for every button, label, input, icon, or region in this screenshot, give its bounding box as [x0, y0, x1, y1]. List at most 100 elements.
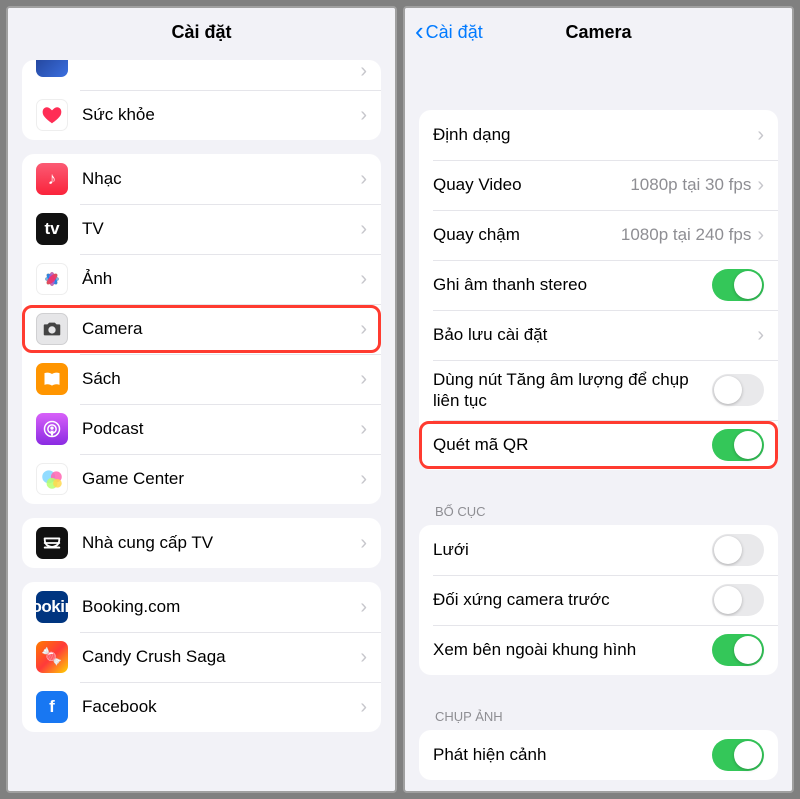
nav-title: Cài đặt [171, 22, 231, 43]
camera-record-video[interactable]: Quay Video 1080p tại 30 fps › [419, 160, 778, 210]
settings-item-health[interactable]: Sức khỏe › [22, 90, 381, 140]
row-label: Xem bên ngoài khung hình [433, 639, 712, 660]
settings-item-label: Candy Crush Saga [82, 646, 360, 667]
camera-grid[interactable]: Lưới [419, 525, 778, 575]
row-label: Đối xứng camera trước [433, 589, 712, 610]
navbar-right: ‹ Cài đặt Camera [405, 8, 792, 56]
row-detail: 1080p tại 240 fps [621, 225, 751, 245]
settings-item-label: Nhạc [82, 168, 360, 189]
music-icon: ♪ [36, 163, 68, 195]
settings-item-books[interactable]: Sách › [22, 354, 381, 404]
shortcuts-icon [36, 60, 68, 77]
podcast-icon [36, 413, 68, 445]
toggle-stereo[interactable] [712, 269, 764, 301]
camera-mirror-front[interactable]: Đối xứng camera trước [419, 575, 778, 625]
camera-scene-detection[interactable]: Phát hiện cảnh [419, 730, 778, 780]
chevron-icon: › [360, 269, 367, 289]
chevron-icon: › [360, 533, 367, 553]
section-header-capture: CHỤP ẢNH [419, 689, 778, 730]
settings-item-label: Facebook [82, 696, 360, 717]
toggle-grid[interactable] [712, 534, 764, 566]
settings-item-label: Podcast [82, 418, 360, 439]
settings-item-label: TV [82, 218, 360, 239]
row-label: Lưới [433, 539, 712, 560]
settings-camera-panel: ‹ Cài đặt Camera Định dạng › Quay Video … [403, 6, 794, 793]
chevron-icon: › [360, 61, 367, 81]
settings-item-music[interactable]: ♪ Nhạc › [22, 154, 381, 204]
chevron-icon: › [360, 319, 367, 339]
group-media: ♪ Nhạc › tv TV › [22, 154, 381, 504]
settings-item-label: Camera [82, 318, 360, 339]
back-label: Cài đặt [426, 22, 483, 43]
toggle-qr[interactable] [712, 429, 764, 461]
settings-item-label: Nhà cung cấp TV [82, 532, 360, 553]
settings-item-label: Ảnh [82, 268, 360, 289]
photos-icon [36, 263, 68, 295]
camera-slomo[interactable]: Quay chậm 1080p tại 240 fps › [419, 210, 778, 260]
group-camera-capture: Phát hiện cảnh [419, 730, 778, 780]
row-label: Quay chậm [433, 224, 621, 245]
section-header-layout: BỐ CỤC [419, 484, 778, 525]
row-detail: 1080p tại 30 fps [630, 175, 751, 195]
settings-item-label: Game Center [82, 468, 360, 489]
settings-item-camera[interactable]: Camera › [22, 304, 381, 354]
group-tvprovider: Nhà cung cấp TV › [22, 518, 381, 568]
camera-scan-qr[interactable]: Quét mã QR [419, 420, 778, 470]
toggle-outside[interactable] [712, 634, 764, 666]
health-icon [36, 99, 68, 131]
group-camera-layout: Lưới Đối xứng camera trước Xem bên ngoài… [419, 525, 778, 675]
row-label: Ghi âm thanh stereo [433, 274, 712, 295]
chevron-icon: › [360, 105, 367, 125]
row-label: Dùng nút Tăng âm lượng để chụp liên tục [433, 369, 712, 412]
chevron-icon: › [757, 125, 764, 145]
candycrush-icon: 🍬 [36, 641, 68, 673]
group-third-party: Booking Booking.com › 🍬 Candy Crush Saga… [22, 582, 381, 732]
settings-item-facebook[interactable]: f Facebook › [22, 682, 381, 732]
chevron-icon: › [360, 597, 367, 617]
back-button[interactable]: ‹ Cài đặt [415, 21, 483, 44]
settings-item-shortcuts-partial[interactable]: › [22, 60, 381, 90]
chevron-icon: › [360, 419, 367, 439]
settings-item-label: Sách [82, 368, 360, 389]
camera-view-outside-frame[interactable]: Xem bên ngoài khung hình [419, 625, 778, 675]
chevron-icon: › [360, 469, 367, 489]
chevron-icon: › [757, 325, 764, 345]
group-camera-main: Định dạng › Quay Video 1080p tại 30 fps … [419, 110, 778, 470]
chevron-icon: › [360, 169, 367, 189]
booking-icon: Booking [36, 591, 68, 623]
camera-stereo[interactable]: Ghi âm thanh stereo [419, 260, 778, 310]
camera-volume-burst[interactable]: Dùng nút Tăng âm lượng để chụp liên tục [419, 360, 778, 420]
row-label: Quay Video [433, 174, 630, 195]
settings-item-candycrush[interactable]: 🍬 Candy Crush Saga › [22, 632, 381, 682]
row-label: Bảo lưu cài đặt [433, 324, 757, 345]
chevron-icon: › [757, 225, 764, 245]
settings-item-podcast[interactable]: Podcast › [22, 404, 381, 454]
toggle-mirror[interactable] [712, 584, 764, 616]
chevron-icon: › [360, 219, 367, 239]
navbar-left: Cài đặt [8, 8, 395, 56]
chevron-icon: › [757, 175, 764, 195]
chevron-left-icon: ‹ [415, 18, 424, 44]
toggle-burst[interactable] [712, 374, 764, 406]
facebook-icon: f [36, 691, 68, 723]
camera-icon [36, 313, 68, 345]
settings-item-photos[interactable]: Ảnh › [22, 254, 381, 304]
settings-item-tv[interactable]: tv TV › [22, 204, 381, 254]
group-partial-top: › Sức khỏe › [22, 60, 381, 140]
row-label: Định dạng [433, 124, 757, 145]
settings-item-tvprovider[interactable]: Nhà cung cấp TV › [22, 518, 381, 568]
gamecenter-icon [36, 463, 68, 495]
settings-item-booking[interactable]: Booking Booking.com › [22, 582, 381, 632]
tv-icon: tv [36, 213, 68, 245]
chevron-icon: › [360, 647, 367, 667]
settings-root-scroll[interactable]: › Sức khỏe › ♪ Nhạc › tv T [8, 56, 395, 791]
camera-preserve-settings[interactable]: Bảo lưu cài đặt › [419, 310, 778, 360]
camera-format[interactable]: Định dạng › [419, 110, 778, 160]
settings-root-panel: Cài đặt › Sức khỏe › ♪ [6, 6, 397, 793]
tvprovider-icon [36, 527, 68, 559]
books-icon [36, 363, 68, 395]
row-label: Phát hiện cảnh [433, 744, 712, 765]
toggle-scene[interactable] [712, 739, 764, 771]
settings-item-gamecenter[interactable]: Game Center › [22, 454, 381, 504]
settings-camera-scroll[interactable]: Định dạng › Quay Video 1080p tại 30 fps … [405, 56, 792, 791]
